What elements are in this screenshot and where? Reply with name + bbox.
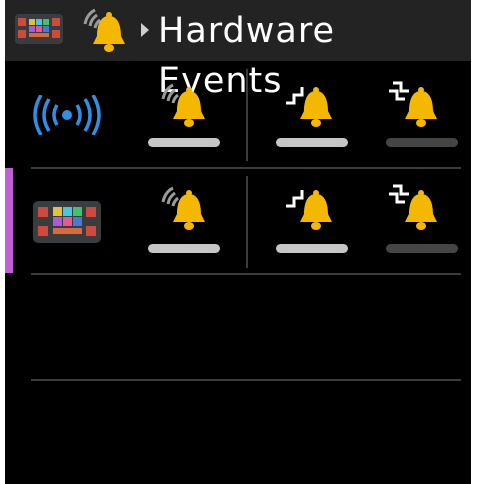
page-title: Hardware Events xyxy=(158,11,335,101)
device-row-wireless[interactable] xyxy=(5,61,471,167)
status-indicator-up xyxy=(276,244,348,253)
alert-bell-icon[interactable] xyxy=(159,81,213,131)
double-step-bell-icon[interactable] xyxy=(387,79,445,131)
notification-bell-icon[interactable] xyxy=(81,6,131,56)
alert-bell-icon[interactable] xyxy=(159,184,213,234)
double-step-bell-icon[interactable] xyxy=(387,182,445,234)
rising-step-bell-icon[interactable] xyxy=(284,81,340,131)
device-row-controller[interactable] xyxy=(5,168,471,274)
status-indicator-up xyxy=(276,138,348,147)
status-indicator-down xyxy=(386,138,458,147)
status-indicator-connected xyxy=(148,244,220,253)
column-divider xyxy=(246,176,248,268)
column-divider xyxy=(246,69,248,161)
device-row-empty[interactable] xyxy=(5,275,471,381)
status-indicator-connected xyxy=(148,138,220,147)
title-bar: Hardware Events xyxy=(5,0,471,101)
controller-board-icon xyxy=(33,201,101,243)
screen: Hardware Events xyxy=(5,0,471,484)
wireless-signal-icon xyxy=(33,95,101,135)
status-indicator-down xyxy=(386,244,458,253)
row-divider xyxy=(31,379,461,381)
controller-board-icon[interactable] xyxy=(14,12,64,46)
rising-step-bell-icon[interactable] xyxy=(284,184,340,234)
chevron-right-icon xyxy=(141,23,149,37)
